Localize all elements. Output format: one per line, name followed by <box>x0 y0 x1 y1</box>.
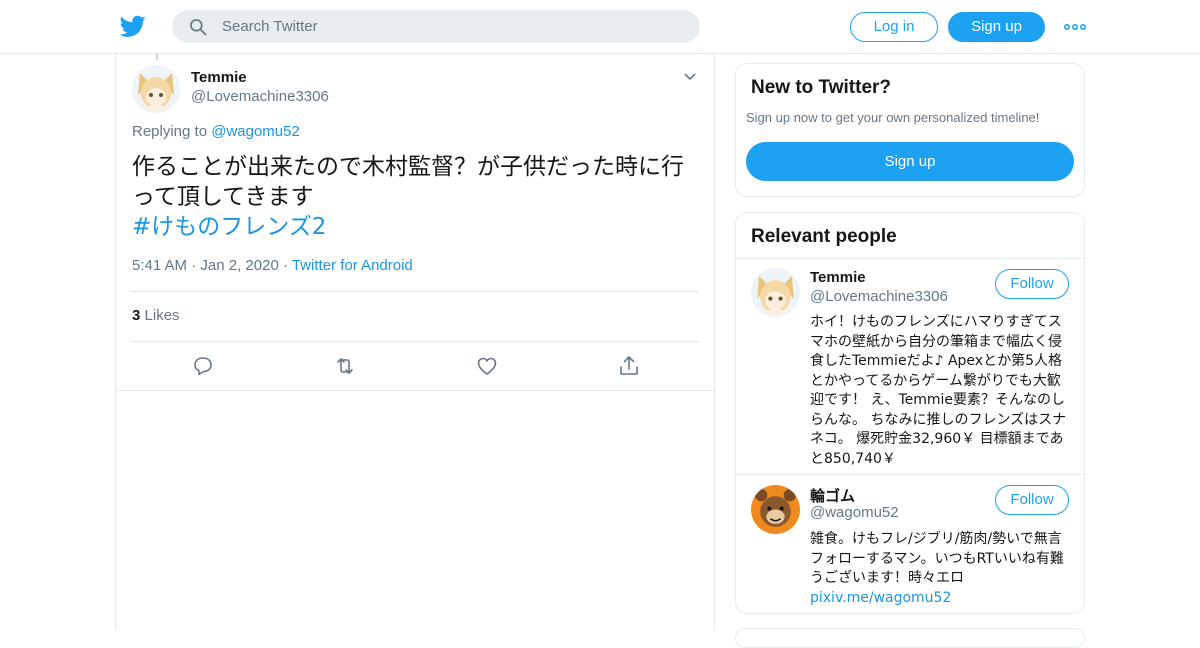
relevant-people-title: Relevant people <box>751 226 897 247</box>
signup-button[interactable]: Sign up <box>948 12 1045 42</box>
meta-separator: · <box>191 257 201 274</box>
person-handle[interactable]: @Lovemachine3306 <box>810 288 948 305</box>
person-bio-text: 雑食。けもフレ/ジブリ/筋肉/勢いで無言フォローするマン。いつもRTいいね有難う… <box>810 531 1064 586</box>
person-bio: ホイ！けものフレンズにハマりすぎてスマホの壁紙から自分の筆箱まで幅広く侵食したT… <box>810 314 1067 467</box>
twitter-logo-icon[interactable] <box>120 13 146 39</box>
search-input[interactable] <box>222 10 682 43</box>
avatar-image-icon <box>751 268 800 317</box>
tweet-text: 作ることが出来たので木村監督？が子供だった時に行って頂してきます #けものフレン… <box>132 152 704 242</box>
person-handle[interactable]: @wagomu52 <box>810 504 899 521</box>
divider <box>736 474 1084 475</box>
search-icon <box>190 19 207 36</box>
avatar-image-icon <box>132 65 180 113</box>
new-to-twitter-desc: Sign up now to get your own personalized… <box>746 110 1040 125</box>
chevron-down-icon[interactable] <box>682 69 698 85</box>
thread-line <box>156 54 158 60</box>
replying-to: Replying to @wagomu52 <box>132 123 300 140</box>
next-card <box>735 628 1085 648</box>
relevant-people-card: Relevant people Temmie @Lovemachine3306 … <box>735 212 1085 614</box>
author-handle[interactable]: @Lovemachine3306 <box>191 88 329 105</box>
divider <box>131 341 699 342</box>
tweet-body: 作ることが出来たので木村監督？が子供だった時に行って頂してきます <box>132 154 684 210</box>
follow-button[interactable]: Follow <box>995 485 1069 515</box>
tweet-source[interactable]: Twitter for Android <box>292 257 413 274</box>
new-to-twitter-title: New to Twitter? <box>751 77 892 98</box>
replying-prefix: Replying to <box>132 123 208 140</box>
tweet-time[interactable]: 5:41 AM <box>132 257 187 274</box>
tweet-date[interactable]: Jan 2, 2020 <box>200 257 278 274</box>
tweet-column: Temmie @Lovemachine3306 Replying to @wag… <box>115 54 715 630</box>
avatar[interactable] <box>751 485 800 534</box>
author-name[interactable]: Temmie <box>191 69 247 86</box>
person-name[interactable]: Temmie <box>810 269 866 286</box>
tweet-actions <box>116 354 714 380</box>
likes-label: Likes <box>144 307 180 324</box>
person-bio: 雑食。けもフレ/ジブリ/筋肉/勢いで無言フォローするマン。いつもRTいいね有難う… <box>810 530 1072 608</box>
tweet-meta: 5:41 AM · Jan 2, 2020 · Twitter for Andr… <box>132 257 413 274</box>
follow-button[interactable]: Follow <box>995 269 1069 299</box>
reply-icon[interactable] <box>191 354 215 378</box>
likes-number: 3 <box>132 307 141 324</box>
divider <box>131 291 699 292</box>
retweet-icon[interactable] <box>333 354 357 378</box>
avatar[interactable] <box>751 268 800 317</box>
login-button[interactable]: Log in <box>850 12 938 42</box>
divider <box>116 390 714 391</box>
new-to-twitter-card: New to Twitter? Sign up now to get your … <box>735 63 1085 197</box>
avatar-image-icon <box>751 485 800 534</box>
bio-link[interactable]: pixiv.me/wagomu52 <box>810 590 951 606</box>
sidebar-signup-button[interactable]: Sign up <box>746 142 1074 181</box>
reply-target-link[interactable]: @wagomu52 <box>211 123 300 140</box>
person-name[interactable]: 輪ゴム <box>810 485 855 506</box>
search-box[interactable] <box>172 10 700 43</box>
divider <box>736 258 1084 259</box>
heart-icon[interactable] <box>475 354 499 378</box>
meta-separator: · <box>282 257 292 274</box>
more-options-icon[interactable] <box>1063 18 1087 36</box>
likes-count[interactable]: 3 Likes <box>132 307 180 324</box>
top-bar: Log in Sign up <box>0 0 1200 54</box>
avatar[interactable] <box>132 65 180 113</box>
hashtag-link[interactable]: #けものフレンズ2 <box>132 212 704 242</box>
share-icon[interactable] <box>617 354 641 378</box>
